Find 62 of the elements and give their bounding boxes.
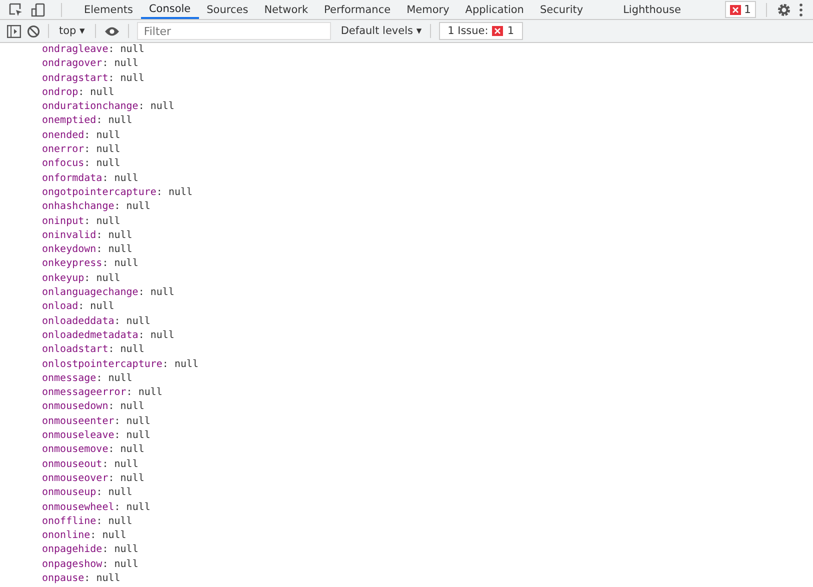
property-line: onloadeddata: null <box>42 314 152 329</box>
property-line: ondragover: null <box>42 57 140 72</box>
property-line: onlanguagechange: null <box>42 286 176 300</box>
property-line: onkeypress: null <box>42 257 140 272</box>
property-line: onmousedown: null <box>42 400 146 414</box>
property-line: ondrop: null <box>42 86 116 100</box>
property-line: onerror: null <box>42 143 122 158</box>
property-line: onhashchange: null <box>42 200 152 214</box>
property-line: onmessage: null <box>42 372 134 386</box>
property-line: onmouseover: null <box>42 472 146 486</box>
property-line: onloadstart: null <box>42 343 146 358</box>
panel-tab[interactable]: Sources <box>198 0 256 19</box>
error-icon <box>730 4 741 14</box>
property-line: ononline: null <box>42 529 128 544</box>
property-line: onpageshow: null <box>42 558 140 572</box>
filter-field[interactable]: Filter <box>136 22 331 40</box>
property-line: onmouseenter: null <box>42 414 152 429</box>
issues-button[interactable]: 1 Issue: 1 <box>438 22 523 40</box>
property-line: onpagehide: null <box>42 543 140 558</box>
sidebar-toggle-icon[interactable] <box>7 24 21 38</box>
error-icon <box>492 26 504 36</box>
panel-tab[interactable]: Lighthouse <box>615 0 689 19</box>
property-line: onmousemove: null <box>42 443 146 458</box>
property-line: onended: null <box>42 128 122 143</box>
device-icon[interactable] <box>31 2 45 16</box>
property-line: onmouseup: null <box>42 486 134 500</box>
property-line: onoffline: null <box>42 514 134 529</box>
panel-tab[interactable]: Network <box>256 0 316 19</box>
property-line: onpause: null <box>42 572 122 586</box>
error-count-badge[interactable]: 1 <box>725 1 756 18</box>
property-line: onmouseout: null <box>42 458 140 472</box>
settings-icon[interactable] <box>777 2 791 16</box>
property-line: ondragstart: null <box>42 72 146 86</box>
panel-tab[interactable]: Performance <box>316 0 399 19</box>
property-line: onload: null <box>42 300 116 314</box>
property-line: onformdata: null <box>42 172 140 186</box>
property-line: ondurationchange: null <box>42 100 176 114</box>
property-line: oninput: null <box>42 214 122 229</box>
property-line: ondragleave: null <box>42 43 146 57</box>
property-line: onmessageerror: null <box>42 386 164 400</box>
property-line: onlostpointercapture: null <box>42 358 200 372</box>
property-line: ongotpointercapture: null <box>42 186 194 200</box>
more-icon[interactable] <box>799 2 803 16</box>
property-line: onmousewheel: null <box>42 500 152 514</box>
property-line: oninvalid: null <box>42 228 134 243</box>
eye-icon[interactable] <box>104 26 120 36</box>
caret-icon: ▾ <box>416 25 422 37</box>
property-line: onloadedmetadata: null <box>42 328 176 343</box>
panel-tab[interactable]: Memory <box>398 0 458 19</box>
panel-tab[interactable]: Elements <box>76 0 141 19</box>
levels-dropdown[interactable]: Default levels ▾ <box>340 25 422 37</box>
inspect-icon[interactable] <box>9 2 23 16</box>
panel-tab[interactable]: Security <box>532 0 592 19</box>
panel-tab[interactable]: Application <box>457 0 532 19</box>
property-line: onkeydown: null <box>42 243 134 258</box>
clear-icon[interactable] <box>27 24 40 38</box>
property-line: onfocus: null <box>42 157 122 172</box>
property-line: onkeyup: null <box>42 272 122 286</box>
caret-icon: ▾ <box>80 25 85 37</box>
property-line: onemptied: null <box>42 114 134 128</box>
context-dropdown[interactable]: top ▾ <box>57 25 87 37</box>
property-line: onmouseleave: null <box>42 429 152 444</box>
